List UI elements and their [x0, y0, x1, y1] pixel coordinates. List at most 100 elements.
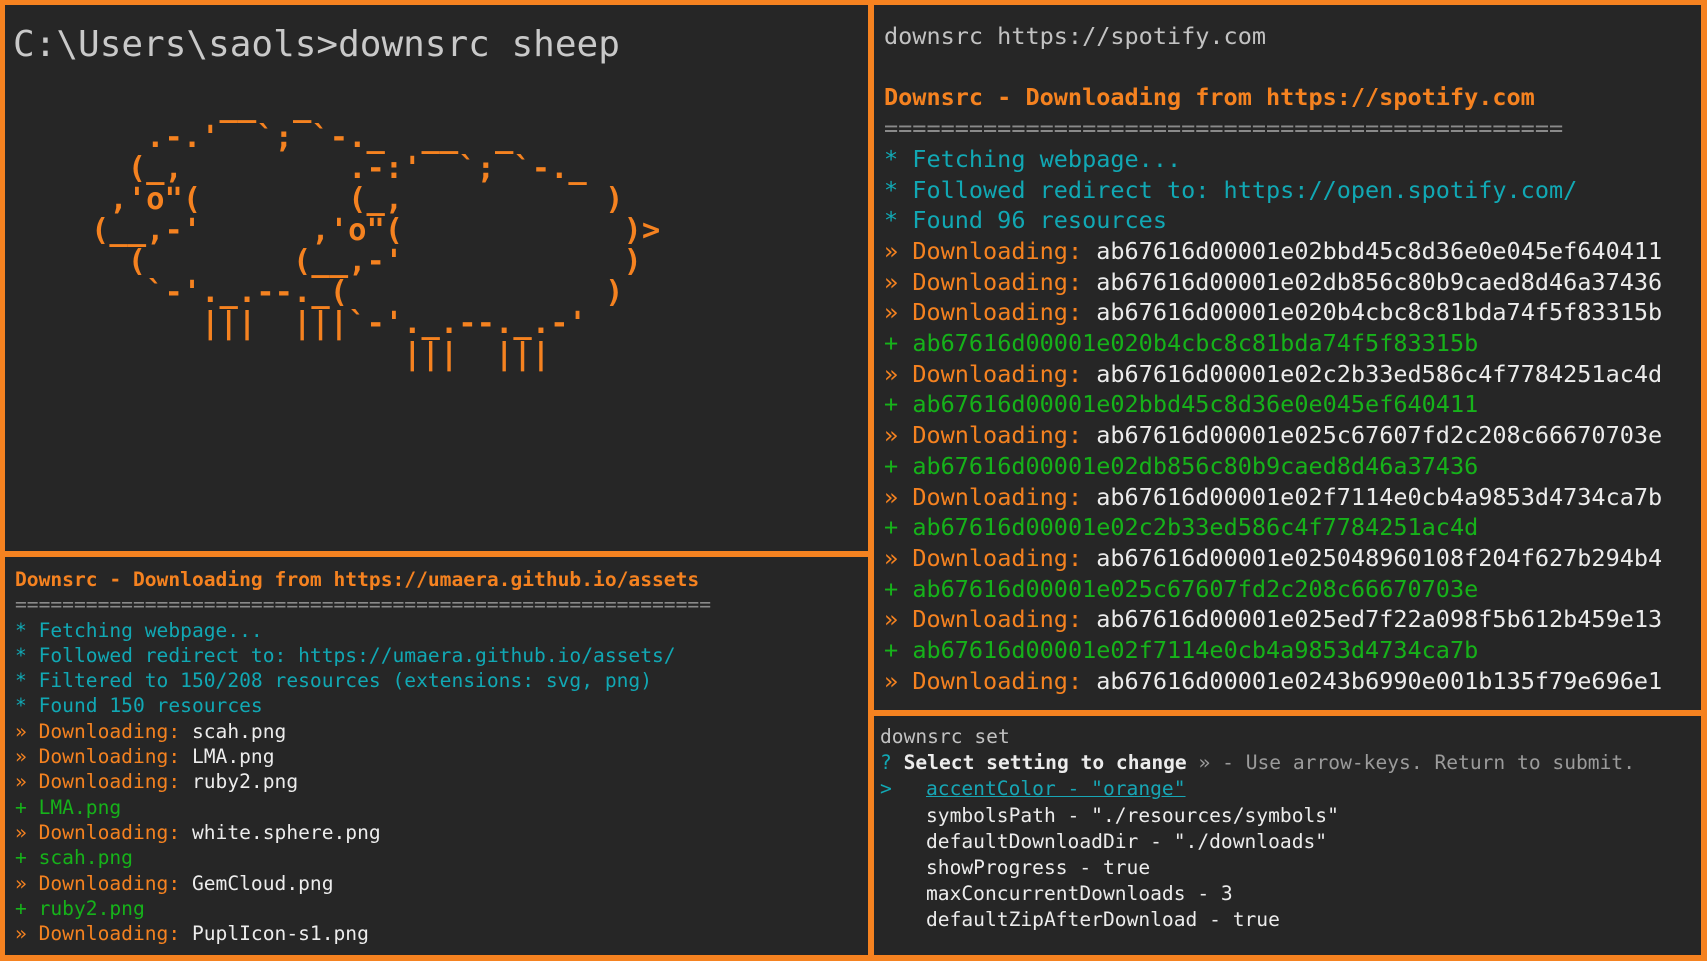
file-name: ab67616d00001e02f7114e0cb4a9853d4734ca7b [1096, 482, 1663, 511]
download-label: Downloading: [38, 871, 181, 895]
download-line: » Downloading: white.sphere.png [15, 820, 711, 845]
completed-line: + ab67616d00001e02c2b33ed586c4f7784251ac… [884, 512, 1662, 543]
file-name: ab67616d00001e02bbd45c8d36e0e045ef640411 [1096, 236, 1663, 265]
settings-option[interactable]: > accentColor - "orange" [880, 776, 1635, 802]
info-lines: * Fetching webpage... * Followed redirect… [15, 618, 711, 719]
download-label: Downloading: [38, 922, 181, 946]
file-name: ab67616d00001e02f7114e0cb4a9853d4734ca7b [912, 636, 1479, 665]
download-label: Downloading: [912, 605, 1083, 634]
download-label: Downloading: [912, 359, 1083, 388]
prompt-hint: - Use arrow-keys. Return to submit. [1222, 751, 1635, 775]
file-name: ab67616d00001e025c67607fd2c208c66670703e [912, 574, 1479, 603]
download-label: Downloading: [912, 666, 1083, 695]
download-marker: » [884, 482, 899, 511]
download-line: » Downloading: scah.png [15, 719, 711, 744]
download-line: » Downloading: ab67616d00001e02504896010… [884, 543, 1662, 574]
file-name: ab67616d00001e02db856c80b9caed8d46a37436 [912, 451, 1479, 480]
download-line: » Downloading: ab67616d00001e02bbd45c8d3… [884, 236, 1662, 267]
file-name: GemCloud.png [191, 871, 334, 895]
option-label: maxConcurrentDownloads - 3 [926, 882, 1233, 906]
settings-option[interactable]: defaultDownloadDir - "./downloads" [880, 829, 1635, 855]
download-marker: » [884, 421, 899, 450]
download-header: Downsrc - Downloading from https://spoti… [884, 83, 1535, 112]
completed-line: + ab67616d00001e02db856c80b9caed8d46a374… [884, 451, 1662, 482]
file-name: ab67616d00001e02bbd45c8d36e0e045ef640411 [912, 390, 1479, 419]
download-line: » Downloading: ab67616d00001e02c2b33ed58… [884, 359, 1662, 390]
terminal-output: downsrc https://spotify.com Downsrc - Do… [884, 21, 1662, 696]
completed-line: + ab67616d00001e02bbd45c8d36e0e045ef6404… [884, 389, 1662, 420]
file-name: ab67616d00001e0243b6990e001b135f79e696e1 [1096, 666, 1663, 695]
info-line: * Found 150 resources [15, 694, 263, 718]
download-line: » Downloading: ab67616d00001e02f7114e0cb… [884, 482, 1662, 513]
separator: ========================================… [15, 593, 711, 617]
completed-line: + ab67616d00001e020b4cbc8c81bda74f5f8331… [884, 328, 1662, 359]
download-label: Downloading: [38, 719, 181, 743]
settings-option[interactable]: showProgress - true [880, 855, 1635, 881]
settings-option[interactable]: symbolsPath - "./resources/symbols" [880, 803, 1635, 829]
done-marker: + [884, 636, 899, 665]
file-name: white.sphere.png [191, 820, 381, 844]
option-label: showProgress - true [926, 856, 1151, 880]
file-name: LMA.png [38, 795, 122, 819]
file-name: ab67616d00001e025ed7f22a098f5b612b459e13 [1096, 605, 1663, 634]
option-label: defaultDownloadDir - "./downloads" [926, 829, 1328, 853]
download-line: » Downloading: ruby2.png [15, 769, 711, 794]
download-label: Downloading: [912, 421, 1083, 450]
completed-line: + ab67616d00001e02f7114e0cb4a9853d4734ca… [884, 635, 1662, 666]
info-line: * Filtered to 150/208 resources (extensi… [15, 669, 653, 693]
terminal-pane-sheep: C:\Users\saols>downsrc sheep __ _ .-.' `… [5, 5, 868, 551]
download-events: » Downloading: ab67616d00001e02bbd45c8d3… [884, 236, 1662, 697]
settings-option[interactable]: maxConcurrentDownloads - 3 [880, 881, 1635, 907]
command-line: downsrc set [880, 725, 1010, 748]
download-line: » Downloading: ab67616d00001e025ed7f22a0… [884, 604, 1662, 635]
done-marker: + [884, 574, 899, 603]
download-marker: » [15, 719, 27, 743]
download-events: » Downloading: scah.png» Downloading: LM… [15, 719, 711, 947]
download-line: » Downloading: ab67616d00001e0243b6990e0… [884, 666, 1662, 697]
download-line: » Downloading: ab67616d00001e02db856c80b… [884, 267, 1662, 298]
download-line: » Downloading: ab67616d00001e025c67607fd… [884, 420, 1662, 451]
file-name: scah.png [191, 719, 287, 743]
file-name: ruby2.png [38, 896, 145, 920]
selection-cursor: > [880, 777, 892, 801]
info-line: * Followed redirect to: https://umaera.g… [15, 643, 676, 667]
hint-marker: » [1198, 751, 1211, 775]
file-name: ruby2.png [191, 770, 299, 794]
terminal-pane-settings: downsrc set ? Select setting to change »… [874, 716, 1701, 955]
completed-line: + scah.png [15, 845, 711, 870]
question-mark: ? [880, 751, 892, 775]
download-line: » Downloading: GemCloud.png [15, 871, 711, 896]
download-marker: » [884, 298, 899, 327]
file-name: ab67616d00001e025c67607fd2c208c66670703e [1096, 421, 1663, 450]
download-marker: » [15, 820, 27, 844]
file-name: LMA.png [191, 745, 275, 769]
settings-option[interactable]: defaultZipAfterDownload - true [880, 907, 1635, 933]
command-line: C:\Users\saols>downsrc sheep [13, 24, 620, 65]
settings-prompt: ? Select setting to change » - Use arrow… [880, 750, 1635, 776]
file-name: ab67616d00001e025048960108f204f627b294b4 [1096, 543, 1663, 572]
info-line: * Followed redirect to: https://open.spo… [884, 175, 1578, 204]
download-label: Downloading: [38, 770, 181, 794]
option-label: accentColor - "orange" [926, 777, 1186, 801]
done-marker: + [15, 846, 27, 870]
download-label: Downloading: [912, 267, 1083, 296]
file-name: scah.png [38, 846, 133, 870]
info-line: * Fetching webpage... [15, 618, 263, 642]
terminal-pane-assets: Downsrc - Downloading from https://umaer… [5, 557, 868, 955]
info-lines: * Fetching webpage... * Followed redirect… [884, 144, 1662, 236]
sheep-ascii-art: __ _ .-.' `; `-._ __ _ (_, .-:' `; `-._ … [91, 89, 661, 372]
download-label: Downloading: [912, 236, 1083, 265]
download-marker: » [15, 745, 27, 769]
file-name: ab67616d00001e02c2b33ed586c4f7784251ac4d [1096, 359, 1663, 388]
completed-line: + LMA.png [15, 795, 711, 820]
download-header: Downsrc - Downloading from https://umaer… [15, 568, 700, 591]
download-marker: » [884, 543, 899, 572]
settings-options[interactable]: > accentColor - "orange" symbolsPath - "./… [880, 776, 1635, 933]
file-name: ab67616d00001e020b4cbc8c81bda74f5f83315b [1096, 298, 1663, 327]
download-marker: » [884, 267, 899, 296]
done-marker: + [15, 896, 27, 920]
terminal-output: downsrc set ? Select setting to change »… [880, 724, 1635, 934]
download-label: Downloading: [38, 745, 181, 769]
download-label: Downloading: [912, 482, 1083, 511]
